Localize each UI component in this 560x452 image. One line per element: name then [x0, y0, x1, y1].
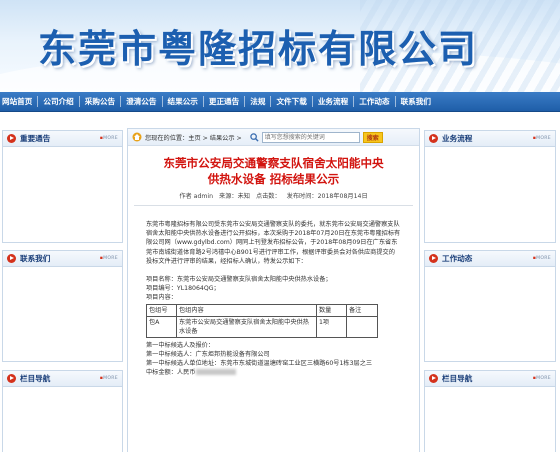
table-cell: 东莞市公安局交通警察支队宿舍太阳能中央供热水设备 — [176, 315, 317, 338]
arrow-icon — [7, 254, 16, 263]
article-author: 作者 admin — [179, 193, 214, 200]
nav-item-regulations[interactable]: 法规 — [250, 96, 265, 107]
more-link[interactable]: ▪MORE — [533, 256, 551, 261]
panel-title: 栏目导航 — [20, 374, 51, 383]
items-table: 包组号 包组内容 数量 备注 包A 东莞市公安局交通警察支队宿舍太阳能中央供热水… — [146, 303, 378, 338]
article-clicks: 点击数： — [255, 193, 281, 200]
article-date: 发布时间：2018年08月14日 — [286, 193, 368, 200]
site-title: 东莞市粤隆招标有限公司 — [38, 27, 479, 71]
project-content-label: 项目内容： — [146, 294, 177, 302]
winner-heading: 第一中标候选人及报价： — [146, 341, 215, 349]
article-meta: 作者 admin 来源：未知 点击数： 发布时间：2018年08月14日 — [128, 191, 419, 200]
panel-title: 重要通告 — [20, 134, 51, 143]
nav-item-procurement[interactable]: 采购公告 — [85, 96, 115, 107]
panel-header: 工作动态 ▪MORE — [425, 251, 555, 267]
location-icon — [132, 132, 142, 142]
table-header-cell: 备注 — [346, 303, 378, 317]
winner-amount: 中标金额：人民币 — [146, 369, 196, 377]
nav-divider — [394, 96, 396, 107]
nav-item-clarification[interactable]: 澄清公告 — [126, 96, 156, 107]
article-title-line: 供热水设备 招标结果公示 — [207, 172, 340, 186]
article-title-line: 东莞市公安局交通警察支队宿舍太阳能中央 — [163, 156, 384, 170]
nav-divider — [353, 96, 355, 107]
site-banner: 东莞市粤隆招标有限公司 — [0, 0, 560, 92]
table-cell — [346, 315, 378, 338]
table-cell: 1项 — [316, 315, 347, 338]
more-link[interactable]: ▪MORE — [100, 136, 118, 141]
panel-header: 栏目导航 ▪MORE — [3, 371, 122, 387]
breadcrumb-bar: 您现在的位置：主页 > 结果公示 > 搜索 — [128, 129, 419, 146]
main-nav: 网站首页 公司介绍 采购公告 澄清公告 结果公示 更正通告 法规 文件下载 业务… — [0, 92, 560, 112]
arrow-icon — [7, 134, 16, 143]
table-row: 包A 东莞市公安局交通警察支队宿舍太阳能中央供热水设备 1项 — [146, 315, 378, 338]
article-title: 东莞市公安局交通警察支队宿舍太阳能中央 供热水设备 招标结果公示 — [128, 155, 419, 187]
nav-divider — [161, 96, 163, 107]
panel-title: 联系我们 — [20, 254, 51, 263]
nav-divider — [270, 96, 272, 107]
project-number: 项目编号：YL18064QG； — [146, 285, 220, 293]
panel-title: 工作动态 — [442, 254, 473, 263]
breadcrumb[interactable]: 您现在的位置：主页 > 结果公示 > — [145, 133, 242, 142]
nav-item-corrections[interactable]: 更正通告 — [209, 96, 239, 107]
nav-item-news[interactable]: 工作动态 — [359, 96, 389, 107]
column-nav-panel-right: 栏目导航 ▪MORE — [424, 370, 556, 452]
nav-item-contact[interactable]: 联系我们 — [401, 96, 431, 107]
nav-item-results[interactable]: 结果公示 — [168, 96, 198, 107]
winner-address: 第一中标候选人单位地址：东莞市东城街道温塘砖窑工业区三横路60号1栋3层之三 — [146, 360, 373, 368]
nav-item-about[interactable]: 公司介绍 — [43, 96, 73, 107]
more-link[interactable]: ▪MORE — [533, 136, 551, 141]
panel-header: 栏目导航 ▪MORE — [425, 371, 555, 387]
important-notices-panel: 重要通告 ▪MORE — [2, 130, 123, 243]
search-input[interactable] — [261, 131, 360, 143]
work-news-panel: 工作动态 ▪MORE — [424, 250, 556, 362]
panel-header: 联系我们 ▪MORE — [3, 251, 122, 267]
winner-name: 第一中标候选人：广东炬邦热能设备有限公司 — [146, 350, 270, 358]
nav-divider — [120, 96, 122, 107]
nav-item-downloads[interactable]: 文件下载 — [276, 96, 306, 107]
business-process-panel: 业务流程 ▪MORE — [424, 130, 556, 243]
panel-header: 业务流程 ▪MORE — [425, 131, 555, 147]
arrow-icon — [7, 374, 16, 383]
more-link[interactable]: ▪MORE — [100, 376, 118, 381]
table-cell: 包A — [146, 315, 177, 338]
panel-header: 重要通告 ▪MORE — [3, 131, 122, 147]
winner-amount-line: 中标金额：人民币 — [146, 368, 401, 377]
search-icon — [249, 132, 259, 142]
arrow-icon — [429, 254, 438, 263]
redacted-amount — [195, 369, 236, 376]
more-link[interactable]: ▪MORE — [100, 256, 118, 261]
article-panel: 您现在的位置：主页 > 结果公示 > 搜索 东莞市公安局交通警察支队宿舍太阳能中… — [127, 128, 420, 452]
article-body: 东莞市粤隆招标有限公司受东莞市公安局交通警察支队的委托，就东莞市公安局交通警察支… — [128, 206, 419, 377]
panel-title: 栏目导航 — [442, 374, 473, 383]
table-header-row: 包组号 包组内容 数量 备注 — [146, 303, 378, 317]
table-header-cell: 包组号 — [146, 303, 177, 317]
nav-divider — [311, 96, 313, 107]
nav-divider — [78, 96, 80, 107]
arrow-icon — [429, 374, 438, 383]
nav-divider — [202, 96, 204, 107]
arrow-icon — [429, 134, 438, 143]
nav-item-process[interactable]: 业务流程 — [318, 96, 348, 107]
project-name: 项目名称：东莞市公安局交通警察支队宿舍太阳能中央供热水设备； — [146, 276, 332, 284]
contact-panel: 联系我们 ▪MORE — [2, 250, 123, 362]
column-nav-panel: 栏目导航 ▪MORE — [2, 370, 123, 452]
table-header-cell: 包组内容 — [176, 303, 317, 317]
panel-title: 业务流程 — [442, 134, 473, 143]
nav-item-home[interactable]: 网站首页 — [2, 96, 32, 107]
nav-divider — [37, 96, 39, 107]
nav-divider — [244, 96, 246, 107]
more-link[interactable]: ▪MORE — [533, 376, 551, 381]
article-source: 来源：未知 — [219, 193, 250, 200]
search-button[interactable]: 搜索 — [362, 131, 383, 143]
intro-paragraph: 东莞市粤隆招标有限公司受东莞市公安局交通警察支队的委托，就东莞市公安局交通警察支… — [146, 221, 401, 265]
table-header-cell: 数量 — [316, 303, 347, 317]
